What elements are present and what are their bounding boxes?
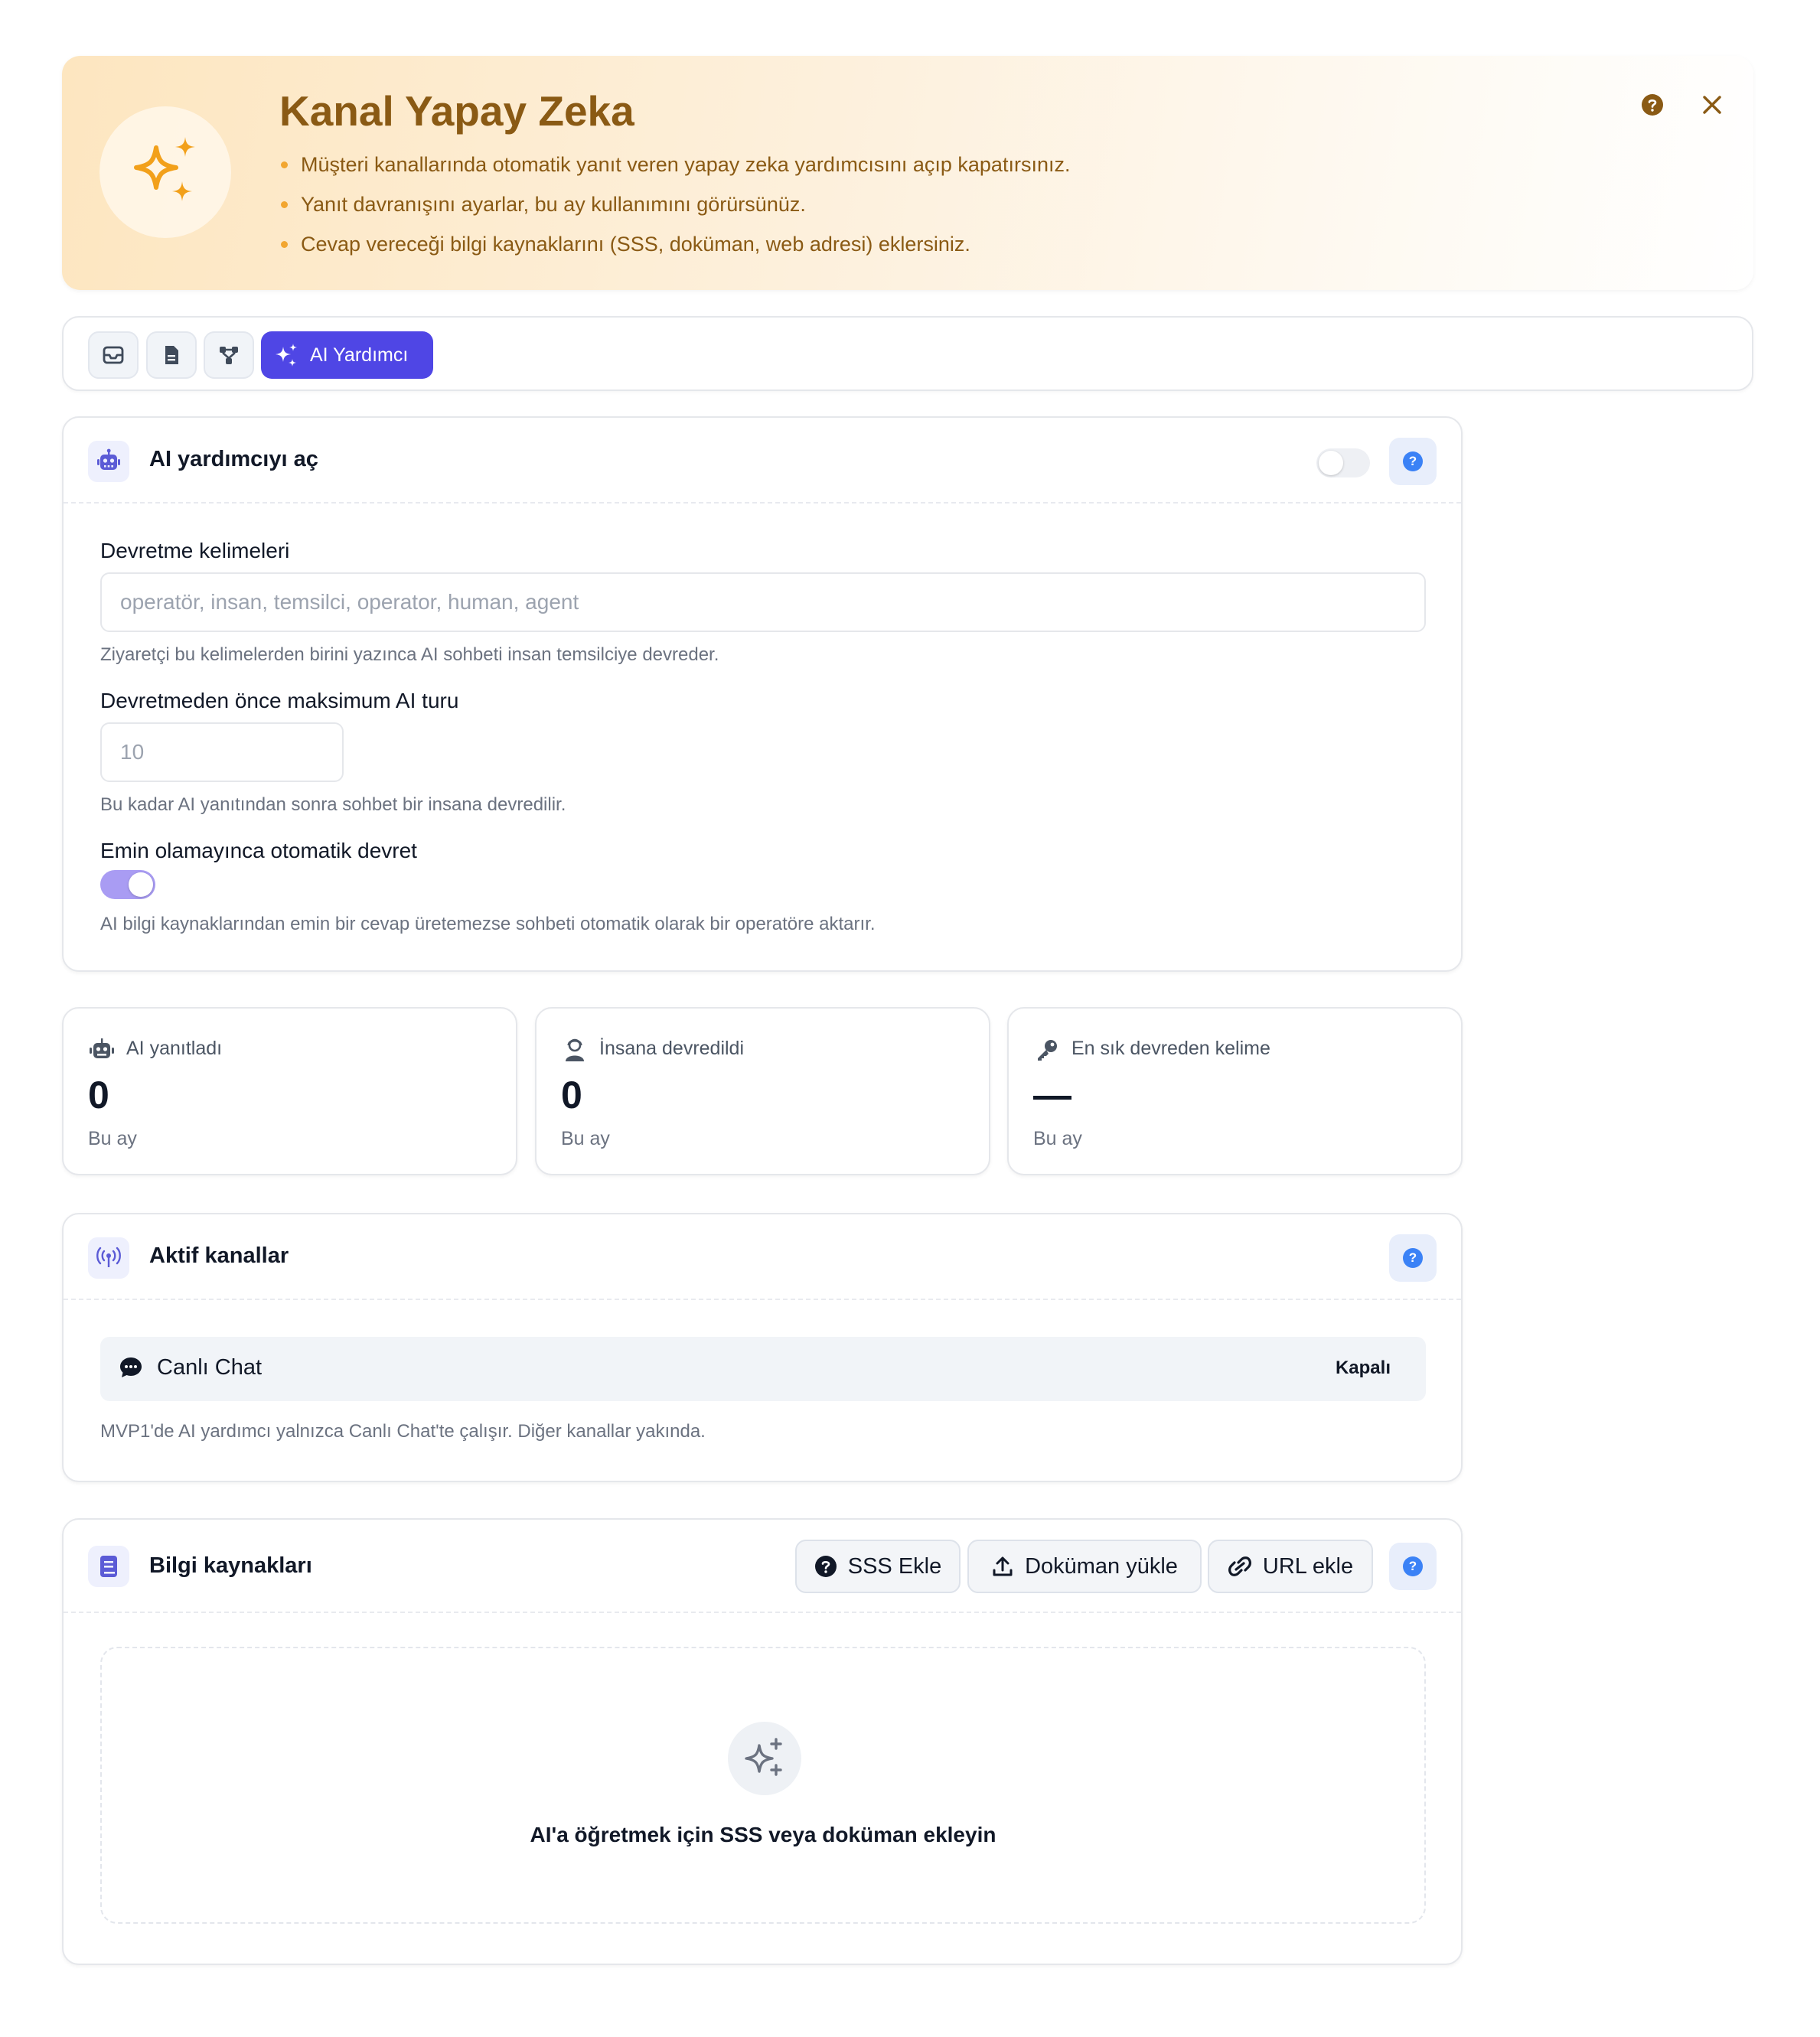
link-icon (1228, 1556, 1251, 1576)
knowledge-empty-state: AI'a öğretmek için SSS veya doküman ekle… (100, 1647, 1426, 1924)
section-tabs: AI Yardımcı (62, 316, 1753, 391)
upload-icon (993, 1556, 1013, 1576)
banner-bullet: Yanıt davranışını ayarlar, bu ay kullanı… (279, 184, 1070, 224)
stat-label: AI yanıtladı (126, 1038, 223, 1059)
banner-bullet: Cevap vereceği bilgi kaynaklarını (SSS, … (279, 224, 1070, 264)
upload-document-label: Doküman yükle (1025, 1553, 1178, 1579)
ai-enable-toggle[interactable] (1316, 448, 1370, 477)
stat-handed-off: İnsana devredildi 0 Bu ay (535, 1007, 990, 1175)
stat-ai-answered: AI yanıtladı 0 Bu ay (62, 1007, 517, 1175)
antenna-icon (88, 1237, 129, 1279)
max-turns-hint: Bu kadar AI yanıtından sonra sohbet bir … (100, 794, 566, 815)
stat-label: En sık devreden kelime (1071, 1038, 1270, 1059)
banner-title: Kanal Yapay Zeka (279, 87, 634, 135)
max-turns-label: Devretmeden önce maksimum AI turu (100, 689, 459, 712)
close-icon[interactable] (1695, 88, 1729, 122)
flow-icon (220, 347, 238, 364)
knowledge-title: Bilgi kaynakları (149, 1553, 312, 1578)
stat-value: 0 (561, 1074, 582, 1116)
sparkles-icon (728, 1722, 801, 1795)
tab-ai-assistant[interactable]: AI Yardımcı (261, 331, 433, 379)
robot-icon (88, 1036, 116, 1064)
agent-icon (561, 1036, 589, 1064)
banner-bullet: Müşteri kanallarında otomatik yanıt vere… (279, 145, 1070, 184)
chat-bubble-icon (119, 1355, 145, 1381)
add-faq-label: SSS Ekle (847, 1553, 942, 1579)
knowledge-empty-text: AI'a öğretmek için SSS veya doküman ekle… (530, 1823, 996, 1846)
tab-ai-assistant-label: AI Yardımcı (310, 344, 409, 366)
tab-flow[interactable] (204, 331, 254, 379)
help-icon: ? (1403, 451, 1423, 471)
channels-header: Aktif kanallar ? (64, 1214, 1461, 1300)
sparkles-icon (99, 106, 231, 238)
stat-period: Bu ay (88, 1128, 137, 1149)
stat-label: İnsana devredildi (599, 1038, 745, 1059)
stat-top-keyword: En sık devreden kelime — Bu ay (1007, 1007, 1463, 1175)
banner-bullets: Müşteri kanallarında otomatik yanıt vere… (279, 145, 1070, 264)
max-turns-input[interactable] (100, 722, 344, 782)
channel-status: Kapalı (1335, 1357, 1391, 1378)
handoff-words-label: Devretme kelimeleri (100, 539, 290, 562)
auto-handoff-label: Emin olamayınca otomatik devret (100, 839, 417, 862)
document-icon (165, 346, 178, 364)
upload-document-button[interactable]: Doküman yükle (967, 1540, 1202, 1593)
help-circle-icon[interactable] (1637, 88, 1668, 122)
book-icon (88, 1546, 129, 1587)
info-banner: Kanal Yapay Zeka Müşteri kanallarında ot… (62, 56, 1753, 290)
ai-settings-title: AI yardımcıyı aç (149, 447, 318, 471)
stat-value: 0 (88, 1074, 109, 1116)
channels-note: MVP1'de AI yardımcı yalnızca Canlı Chat'… (100, 1421, 706, 1442)
channel-row-live-chat[interactable]: Canlı Chat Kapalı (100, 1337, 1426, 1401)
active-channels-card: Aktif kanallar ? Canlı Chat Kapalı MVP1'… (62, 1213, 1463, 1482)
ai-settings-card: AI yardımcıyı aç ? Devretme kelimeleri Z… (62, 416, 1463, 972)
help-icon: ? (1403, 1248, 1423, 1268)
add-url-label: URL ekle (1262, 1553, 1354, 1579)
knowledge-help-button[interactable]: ? (1389, 1543, 1437, 1590)
stat-period: Bu ay (1033, 1128, 1082, 1149)
inbox-icon (103, 346, 124, 364)
ai-settings-help-button[interactable]: ? (1389, 438, 1437, 485)
help-circle-icon (814, 1556, 837, 1577)
knowledge-header: Bilgi kaynakları SSS Ekle Doküman yükle … (64, 1520, 1461, 1613)
stat-period: Bu ay (561, 1128, 610, 1149)
knowledge-sources-card: Bilgi kaynakları SSS Ekle Doküman yükle … (62, 1518, 1463, 1965)
robot-icon (88, 441, 129, 482)
channel-name: Canlı Chat (157, 1355, 263, 1380)
auto-handoff-toggle[interactable] (100, 870, 155, 899)
ai-settings-header: AI yardımcıyı aç ? (64, 418, 1461, 504)
auto-handoff-hint: AI bilgi kaynaklarından emin bir cevap ü… (100, 914, 876, 934)
handoff-words-input[interactable] (100, 572, 1426, 632)
key-icon (1033, 1036, 1061, 1064)
add-faq-button[interactable]: SSS Ekle (795, 1540, 961, 1593)
tab-documents[interactable] (146, 331, 197, 379)
stat-value: — (1033, 1074, 1071, 1116)
channels-title: Aktif kanallar (149, 1243, 289, 1268)
channels-help-button[interactable]: ? (1389, 1234, 1437, 1282)
handoff-words-hint: Ziyaretçi bu kelimelerden birini yazınca… (100, 644, 719, 665)
help-icon: ? (1403, 1556, 1423, 1576)
sparkles-icon (276, 344, 297, 367)
tab-inbox[interactable] (88, 331, 139, 379)
add-url-button[interactable]: URL ekle (1208, 1540, 1373, 1593)
